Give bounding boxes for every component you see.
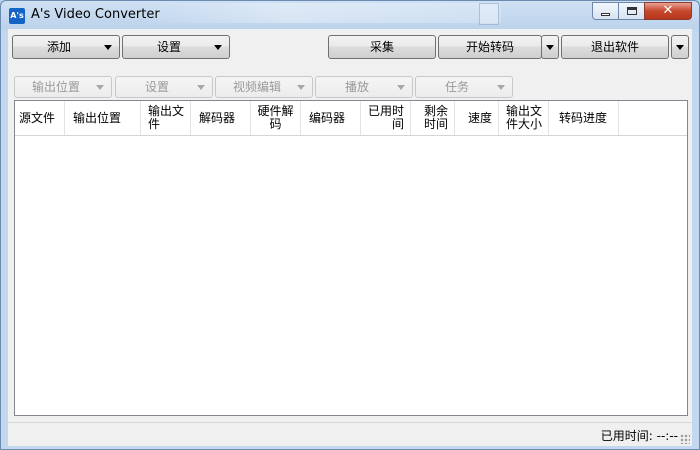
settings-button-label: 设置 xyxy=(156,40,181,54)
video-edit-menu-button[interactable]: 视频编辑 xyxy=(215,76,313,98)
minimize-icon xyxy=(601,13,610,16)
maximize-icon xyxy=(627,7,637,15)
add-button[interactable]: 添加 xyxy=(12,35,120,59)
column-header-hardware-decoding[interactable]: 硬件解码 xyxy=(251,101,301,135)
minimize-button[interactable] xyxy=(592,2,619,20)
status-bar: 已用时间: --:-- xyxy=(8,422,692,446)
resize-grip-icon[interactable] xyxy=(680,434,690,444)
column-header-elapsed-time[interactable]: 已用时间 xyxy=(361,101,411,135)
capture-button[interactable]: 采集 xyxy=(328,35,436,59)
chevron-down-icon xyxy=(214,45,222,50)
column-header-label: 输出位置 xyxy=(73,110,122,125)
close-icon: ✕ xyxy=(662,3,674,18)
column-header-source-file[interactable]: 源文件 xyxy=(15,101,65,135)
title-bar-background xyxy=(141,3,501,23)
column-header-encoder[interactable]: 编码器 xyxy=(301,101,361,135)
app-icon: A's xyxy=(9,8,25,24)
add-button-label: 添加 xyxy=(46,40,71,54)
chevron-down-icon xyxy=(104,45,112,50)
column-header-remaining-time[interactable]: 剩余时间 xyxy=(411,101,455,135)
chevron-down-icon xyxy=(546,45,554,50)
column-header-label: 硬件解码 xyxy=(257,104,294,131)
chevron-down-icon xyxy=(397,85,405,90)
settings-menu-button[interactable]: 设置 xyxy=(115,76,213,98)
settings-menu-label: 设置 xyxy=(144,80,169,94)
play-menu-label: 播放 xyxy=(344,80,369,94)
column-header-label: 剩余时间 xyxy=(423,104,448,131)
chevron-down-icon xyxy=(96,85,104,90)
column-header-label: 编码器 xyxy=(309,110,346,125)
start-transcode-dropdown-button[interactable] xyxy=(541,35,559,59)
capture-button-label: 采集 xyxy=(369,40,394,54)
exit-button-label: 退出软件 xyxy=(590,40,639,54)
close-button[interactable]: ✕ xyxy=(644,2,692,20)
title-bar[interactable]: A's A's Video Converter ✕ xyxy=(1,1,699,29)
chevron-down-icon xyxy=(497,85,505,90)
column-header-label: 解码器 xyxy=(199,110,236,125)
column-header-output-location[interactable]: 输出位置 xyxy=(65,101,141,135)
task-menu-button[interactable]: 任务 xyxy=(415,76,513,98)
chevron-down-icon xyxy=(676,45,684,50)
settings-button[interactable]: 设置 xyxy=(122,35,230,59)
column-header-output-file-size[interactable]: 输出文件大小 xyxy=(499,101,549,135)
column-header-label: 源文件 xyxy=(19,110,56,125)
column-header-label: 输出文件 xyxy=(148,104,185,131)
client-area: 添加 设置 采集 开始转码 退出软件 输出位置 设置 视频编辑 播放 任务 源文… xyxy=(8,29,692,446)
title-bar-background-box xyxy=(479,3,499,25)
column-header-speed[interactable]: 速度 xyxy=(455,101,499,135)
column-header-label: 速度 xyxy=(467,110,492,125)
table-header: 源文件 输出位置 输出文件 解码器 硬件解码 编码器 已用时间 剩余时间 速度 … xyxy=(15,101,687,136)
play-menu-button[interactable]: 播放 xyxy=(315,76,413,98)
video-edit-menu-label: 视频编辑 xyxy=(232,80,281,94)
exit-dropdown-button[interactable] xyxy=(671,35,689,59)
column-header-label: 转码进度 xyxy=(559,110,608,125)
start-transcode-button[interactable]: 开始转码 xyxy=(438,35,542,59)
column-header-output-file[interactable]: 输出文件 xyxy=(141,101,191,135)
main-window: A's A's Video Converter ✕ 添加 设置 采集 开始转码 xyxy=(0,0,700,450)
task-list[interactable]: 源文件 输出位置 输出文件 解码器 硬件解码 编码器 已用时间 剩余时间 速度 … xyxy=(14,100,688,416)
elapsed-time-status: 已用时间: --:-- xyxy=(600,429,678,443)
column-header-transcode-progress[interactable]: 转码进度 xyxy=(549,101,619,135)
exit-button[interactable]: 退出软件 xyxy=(561,35,669,59)
column-header-decoder[interactable]: 解码器 xyxy=(191,101,251,135)
chevron-down-icon xyxy=(197,85,205,90)
column-header-label: 已用时间 xyxy=(367,104,404,131)
column-header-label: 输出文件大小 xyxy=(506,104,543,131)
chevron-down-icon xyxy=(297,85,305,90)
start-transcode-label: 开始转码 xyxy=(465,40,514,54)
maximize-button[interactable] xyxy=(618,2,645,20)
output-location-menu-button[interactable]: 输出位置 xyxy=(14,76,112,98)
output-location-menu-label: 输出位置 xyxy=(31,80,80,94)
task-menu-label: 任务 xyxy=(444,80,469,94)
